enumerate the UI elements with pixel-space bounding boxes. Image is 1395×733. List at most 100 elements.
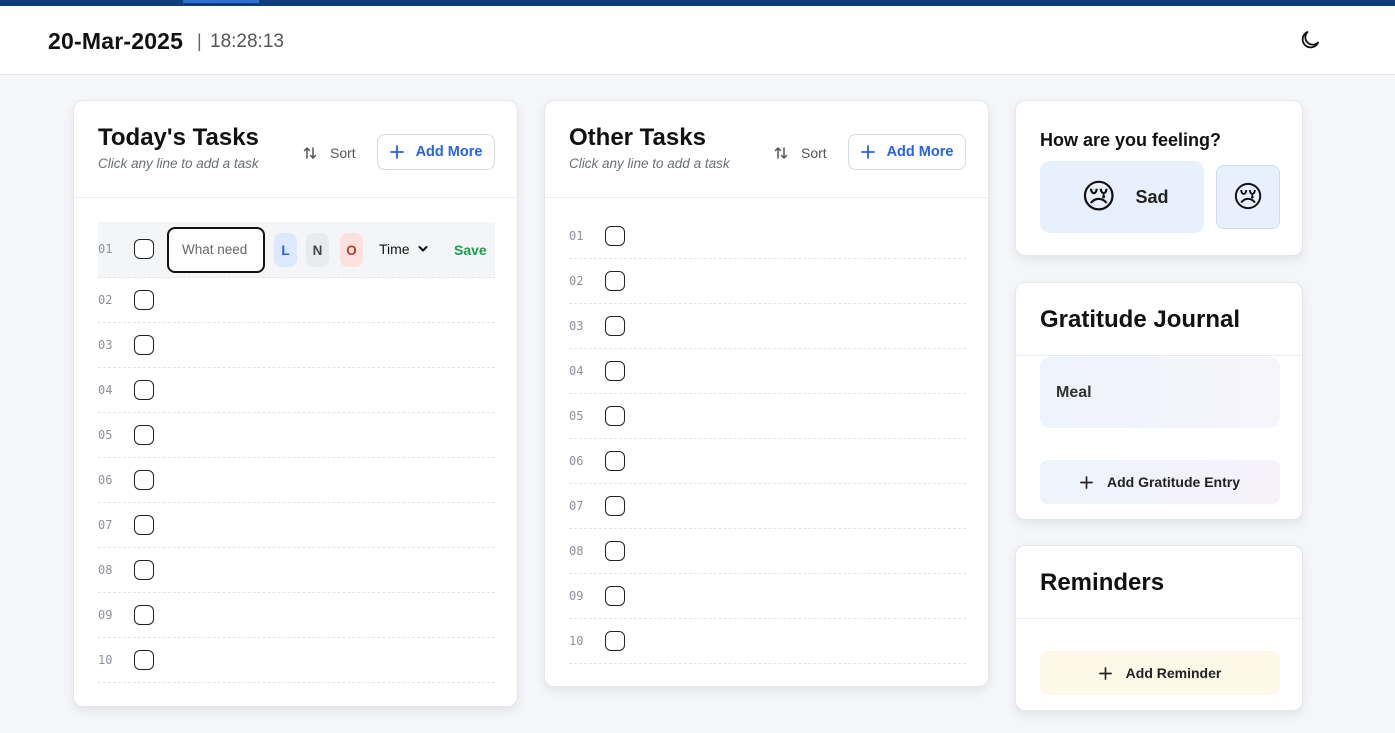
task-checkbox[interactable]	[605, 451, 625, 471]
task-row[interactable]: 05	[98, 413, 495, 458]
task-row[interactable]: 03	[98, 323, 495, 368]
current-time: 18:28:13	[210, 31, 284, 52]
todays-task-list: 01 What need L N O Time Save 02 03 04 05…	[98, 222, 495, 683]
task-row[interactable]: 09	[98, 593, 495, 638]
todays-add-more-label: Add More	[415, 144, 483, 160]
task-checkbox[interactable]	[605, 361, 625, 381]
other-sort-button[interactable]: Sort	[773, 143, 827, 163]
other-tasks-card: Other Tasks Click any line to add a task…	[544, 100, 989, 687]
task-checkbox[interactable]	[605, 541, 625, 561]
task-checkbox[interactable]	[605, 316, 625, 336]
mood-card: How are you feeling? 😢 Sad 😢	[1015, 100, 1303, 256]
gratitude-entry[interactable]: Meal	[1040, 357, 1280, 428]
task-row[interactable]: 06	[98, 458, 495, 503]
row-number: 02	[569, 274, 584, 288]
todays-tasks-title: Today's Tasks	[98, 124, 259, 151]
mood-selected-button[interactable]: 😢 Sad	[1040, 161, 1204, 233]
other-sort-label: Sort	[801, 145, 827, 161]
row-number: 05	[569, 409, 584, 423]
task-row[interactable]: 10	[98, 638, 495, 683]
task-checkbox[interactable]	[134, 560, 154, 580]
date-time-separator: |	[197, 31, 202, 51]
task-checkbox[interactable]	[605, 226, 625, 246]
top-accent-segment	[183, 0, 259, 3]
row-number: 06	[98, 473, 113, 487]
task-row[interactable]: 08	[569, 529, 966, 574]
crying-face-icon: 😢	[1232, 180, 1264, 214]
other-task-list: 01 02 03 04 05 06 07 08 09 10	[569, 214, 966, 664]
mood-option-button[interactable]: 😢	[1216, 165, 1280, 229]
row-number: 06	[569, 454, 584, 468]
task-row[interactable]: 02	[98, 278, 495, 323]
row-number: 10	[98, 653, 113, 667]
task-checkbox[interactable]	[134, 290, 154, 310]
row-number: 01	[569, 229, 584, 243]
todays-tasks-subtitle: Click any line to add a task	[98, 156, 259, 171]
task-checkbox[interactable]	[134, 470, 154, 490]
mood-selected-label: Sad	[1135, 186, 1169, 207]
row-number: 04	[569, 364, 584, 378]
task-checkbox[interactable]	[134, 335, 154, 355]
plus-icon	[389, 145, 404, 159]
add-reminder-button[interactable]: Add Reminder	[1040, 651, 1280, 695]
task-row[interactable]: 07	[569, 484, 966, 529]
todays-sort-button[interactable]: Sort	[302, 143, 356, 163]
add-gratitude-label: Add Gratitude Entry	[1106, 474, 1240, 490]
task-checkbox[interactable]	[605, 631, 625, 651]
task-row[interactable]: 07	[98, 503, 495, 548]
priority-low-button[interactable]: L	[274, 233, 297, 267]
task-checkbox[interactable]	[134, 515, 154, 535]
task-row[interactable]: 01	[569, 214, 966, 259]
time-select[interactable]: Time	[379, 241, 428, 257]
save-task-button[interactable]: Save	[454, 242, 487, 258]
other-add-more-label: Add More	[886, 144, 954, 160]
time-select-label: Time	[379, 241, 410, 257]
row-number: 08	[98, 563, 113, 577]
task-row[interactable]: 02	[569, 259, 966, 304]
priority-normal-button[interactable]: N	[306, 233, 329, 267]
row-number: 05	[98, 428, 113, 442]
row-number: 07	[569, 499, 584, 513]
chevron-down-icon	[418, 246, 428, 252]
task-row[interactable]: 04	[98, 368, 495, 413]
sort-arrows-icon	[774, 146, 788, 160]
task-row[interactable]: 04	[569, 349, 966, 394]
reminders-divider	[1016, 618, 1302, 619]
reminders-title: Reminders	[1040, 569, 1165, 596]
task-checkbox[interactable]	[134, 380, 154, 400]
todays-tasks-card: Today's Tasks Click any line to add a ta…	[73, 100, 518, 707]
task-checkbox[interactable]	[134, 239, 154, 259]
task-checkbox[interactable]	[134, 605, 154, 625]
todays-add-more-button[interactable]: Add More	[377, 134, 495, 170]
task-checkbox[interactable]	[605, 496, 625, 516]
task-input[interactable]: What need	[167, 227, 265, 273]
task-row[interactable]: 05	[569, 394, 966, 439]
task-checkbox[interactable]	[605, 271, 625, 291]
gratitude-card: Gratitude Journal Meal Add Gratitude Ent…	[1015, 282, 1303, 520]
task-row[interactable]: 03	[569, 304, 966, 349]
add-gratitude-button[interactable]: Add Gratitude Entry	[1040, 460, 1280, 504]
task-row[interactable]: 08	[98, 548, 495, 593]
priority-other-button[interactable]: O	[340, 233, 363, 267]
task-checkbox[interactable]	[605, 406, 625, 426]
sort-arrows-icon	[303, 146, 317, 160]
theme-toggle-button[interactable]	[1298, 28, 1322, 52]
other-tasks-subtitle: Click any line to add a task	[569, 156, 730, 171]
other-add-more-button[interactable]: Add More	[848, 134, 966, 170]
task-checkbox[interactable]	[134, 650, 154, 670]
task-checkbox[interactable]	[605, 586, 625, 606]
task-row-editing[interactable]: 01 What need L N O Time Save	[98, 222, 495, 278]
row-number: 01	[98, 242, 113, 256]
row-number: 10	[569, 634, 584, 648]
row-number: 08	[569, 544, 584, 558]
app-header: 20-Mar-2025 | 18:28:13	[0, 6, 1395, 75]
task-checkbox[interactable]	[134, 425, 154, 445]
add-reminder-label: Add Reminder	[1125, 665, 1222, 681]
moon-icon	[1301, 31, 1319, 49]
task-row[interactable]: 09	[569, 574, 966, 619]
sad-face-icon: 😢	[1081, 178, 1117, 216]
task-row[interactable]: 10	[569, 619, 966, 664]
row-number: 03	[569, 319, 584, 333]
row-number: 03	[98, 338, 113, 352]
task-row[interactable]: 06	[569, 439, 966, 484]
